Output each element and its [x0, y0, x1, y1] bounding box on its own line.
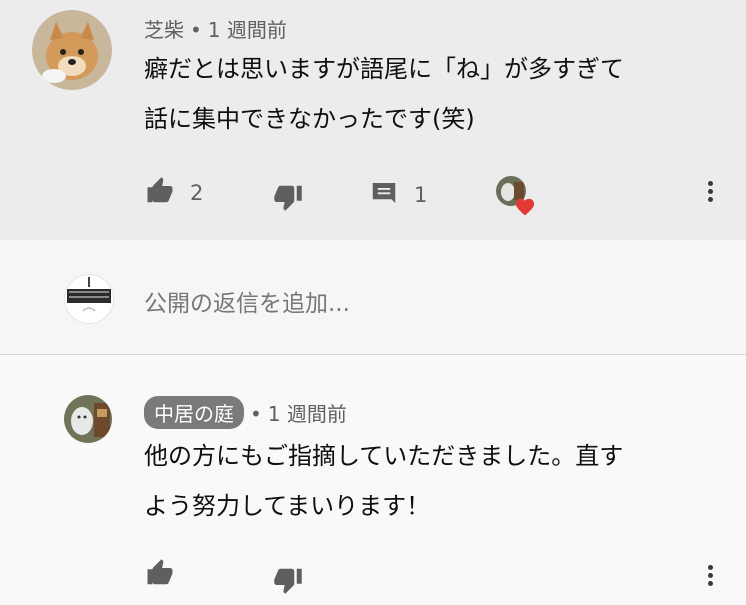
like-button[interactable] [144, 558, 176, 592]
reply-input[interactable]: 公開の返信を追加... [144, 284, 350, 318]
reply-comment: 中居の庭 • 1 週間前 他の方にもご指摘していただきました。直す よう努力してまい… [0, 355, 746, 605]
reply-count-button[interactable]: 1 [368, 178, 427, 212]
reply-text-line: よう努力してまいります！ [144, 492, 431, 520]
more-vert-icon[interactable] [706, 565, 714, 586]
creator-heart-badge [496, 176, 536, 216]
avatar [64, 274, 114, 324]
avatar[interactable] [32, 10, 112, 90]
comment-text-line: 話に集中できなかったです(笑) [144, 105, 475, 133]
reply-count: 1 [414, 183, 428, 207]
comment-icon [368, 178, 400, 212]
dislike-button[interactable] [272, 182, 304, 216]
heart-icon [514, 196, 536, 220]
thumbs-down-icon [272, 565, 304, 599]
like-button[interactable]: 2 [144, 176, 203, 210]
like-count: 2 [190, 181, 204, 205]
reply-box [0, 240, 746, 354]
comment-text: 癖だとは思いますが語尾に「ね」が多すぎて 話に集中できなかったです(笑) [144, 44, 624, 144]
reply-text: 他の方にもご指摘していただきました。直す よう努力してまいります！ [144, 431, 623, 531]
comment-meta: 芝柴 • 1 週間前 [144, 18, 287, 42]
thumbs-down-icon [272, 182, 304, 216]
reply-time[interactable]: 1 週間前 [268, 402, 347, 426]
more-vert-icon[interactable] [706, 181, 714, 202]
channel-owner-badge[interactable]: 中居の庭 [144, 396, 244, 429]
comment-time[interactable]: 1 週間前 [208, 18, 287, 42]
avatar[interactable] [64, 395, 112, 443]
comment-author[interactable]: 芝柴 [144, 18, 184, 42]
reply-text-line: 他の方にもご指摘していただきました。直す [144, 442, 624, 470]
reply-meta: 中居の庭 • 1 週間前 [144, 396, 347, 429]
comment-thread: 芝柴 • 1 週間前 癖だとは思いますが語尾に「ね」が多すぎて 話に集中できなかった… [0, 0, 746, 240]
comment-text-line: 癖だとは思いますが語尾に「ね」が多すぎて [144, 55, 624, 83]
thumbs-up-icon [144, 558, 176, 592]
dislike-button[interactable] [272, 565, 304, 599]
thumbs-up-icon [144, 176, 176, 210]
